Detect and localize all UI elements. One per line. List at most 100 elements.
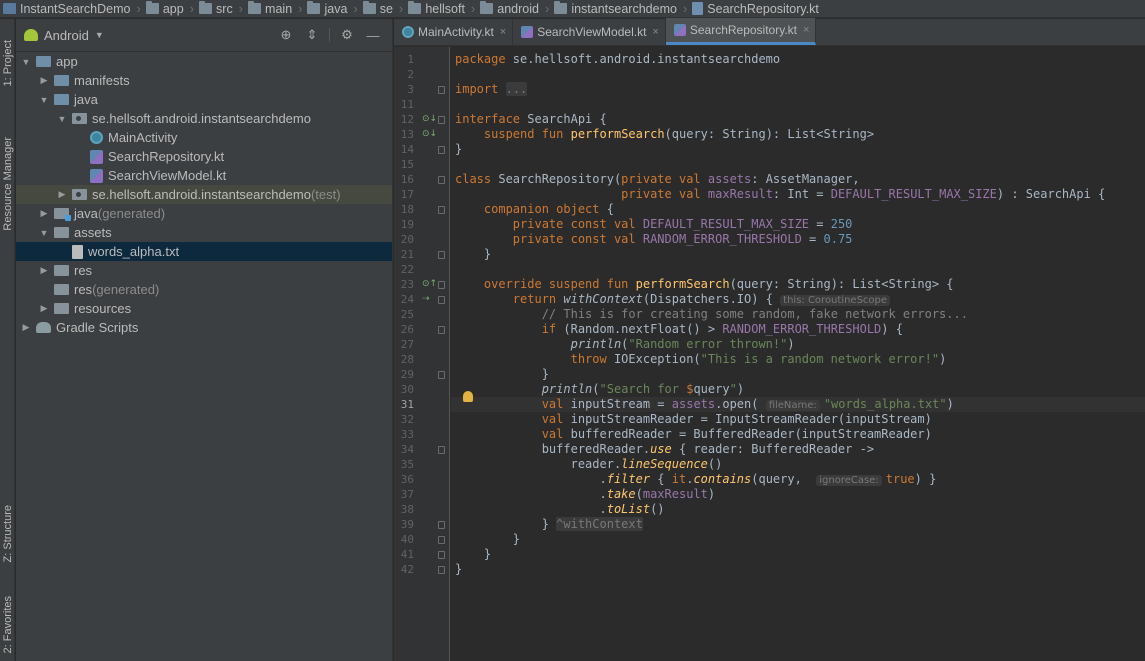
- tree-item[interactable]: ▶ java (generated): [16, 204, 392, 223]
- breadcrumb-item[interactable]: InstantSearchDemo: [0, 2, 134, 16]
- fold-icon[interactable]: [438, 296, 445, 304]
- code-line[interactable]: }: [451, 532, 1145, 547]
- suspend-call-icon[interactable]: ⇢: [422, 292, 430, 307]
- expand-right-icon[interactable]: ▶: [38, 265, 50, 276]
- breadcrumb-item[interactable]: SearchRepository.kt: [689, 2, 823, 16]
- code-line[interactable]: .take(maxResult): [451, 487, 1145, 502]
- project-view-selector[interactable]: Android: [44, 28, 89, 43]
- tab-structure[interactable]: Z: Structure: [0, 489, 15, 579]
- code-line[interactable]: import ...: [451, 82, 1145, 97]
- expand-right-icon[interactable]: ▶: [38, 75, 50, 86]
- code-line[interactable]: class SearchRepository(private val asset…: [451, 172, 1145, 187]
- code-line[interactable]: [451, 97, 1145, 112]
- locate-icon[interactable]: ⊕: [275, 27, 297, 43]
- code-line[interactable]: }: [451, 142, 1145, 157]
- editor-tab[interactable]: SearchViewModel.kt ×: [513, 19, 666, 45]
- code-line[interactable]: suspend fun performSearch(query: String)…: [451, 127, 1145, 142]
- fold-icon[interactable]: [438, 146, 445, 154]
- tree-item[interactable]: ▶ manifests: [16, 71, 392, 90]
- tree-item[interactable]: SearchViewModel.kt: [16, 166, 392, 185]
- override-marker-icon[interactable]: ⊙↓: [422, 112, 437, 127]
- breadcrumb-item[interactable]: app: [143, 1, 188, 16]
- expand-right-icon[interactable]: ▶: [56, 189, 68, 200]
- override-marker-icon[interactable]: ⊙↑: [422, 277, 437, 292]
- lightbulb-icon[interactable]: [463, 391, 473, 402]
- tree-item[interactable]: ▼ assets: [16, 223, 392, 242]
- tree-item[interactable]: ▼ java: [16, 90, 392, 109]
- tree-item[interactable]: SearchRepository.kt: [16, 147, 392, 166]
- breadcrumb-item[interactable]: instantsearchdemo: [551, 1, 681, 16]
- tree-item[interactable]: res (generated): [16, 280, 392, 299]
- code-line[interactable]: .toList(): [451, 502, 1145, 517]
- override-marker-icon[interactable]: ⊙↓: [422, 127, 437, 142]
- breadcrumb-item[interactable]: hellsoft: [405, 1, 469, 16]
- fold-icon[interactable]: [438, 536, 445, 544]
- code-area[interactable]: package se.hellsoft.android.instantsearc…: [451, 47, 1145, 661]
- fold-icon[interactable]: [438, 371, 445, 379]
- close-icon[interactable]: ×: [803, 24, 809, 36]
- code-line[interactable]: return withContext(Dispatchers.IO) { thi…: [451, 292, 1145, 307]
- code-line[interactable]: [451, 157, 1145, 172]
- code-line[interactable]: private const val DEFAULT_RESULT_MAX_SIZ…: [451, 217, 1145, 232]
- tree-item[interactable]: ▶ Gradle Scripts: [16, 318, 392, 337]
- code-line[interactable]: [451, 67, 1145, 82]
- fold-icon[interactable]: [438, 176, 445, 184]
- close-icon[interactable]: ×: [500, 26, 506, 38]
- code-line[interactable]: if (Random.nextFloat() > RANDOM_ERROR_TH…: [451, 322, 1145, 337]
- tree-item[interactable]: ▶ se.hellsoft.android.instantsearchdemo (…: [16, 185, 392, 204]
- code-line[interactable]: }: [451, 562, 1145, 577]
- fold-icon[interactable]: [438, 116, 445, 124]
- fold-icon[interactable]: [438, 566, 445, 574]
- minimize-icon[interactable]: —: [362, 28, 384, 43]
- fold-icon[interactable]: [438, 521, 445, 529]
- code-line[interactable]: }: [451, 247, 1145, 262]
- code-line[interactable]: println("Random error thrown!"): [451, 337, 1145, 352]
- fold-icon[interactable]: [438, 326, 445, 334]
- fold-icon[interactable]: [438, 206, 445, 214]
- breadcrumb-item[interactable]: android: [477, 1, 543, 16]
- code-line[interactable]: [451, 262, 1145, 277]
- collapse-all-icon[interactable]: ⇕: [301, 27, 323, 43]
- breadcrumb-item[interactable]: src: [196, 1, 237, 16]
- code-line[interactable]: }: [451, 367, 1145, 382]
- tab-project[interactable]: 1: Project: [0, 23, 15, 103]
- tree-item[interactable]: ▶ res: [16, 261, 392, 280]
- tree-item[interactable]: words_alpha.txt: [16, 242, 392, 261]
- close-icon[interactable]: ×: [652, 26, 658, 38]
- code-line[interactable]: bufferedReader.use { reader: BufferedRea…: [451, 442, 1145, 457]
- breadcrumb-item[interactable]: java: [304, 1, 351, 16]
- code-line[interactable]: interface SearchApi {: [451, 112, 1145, 127]
- code-line[interactable]: private const val RANDOM_ERROR_THRESHOLD…: [451, 232, 1145, 247]
- editor-tab[interactable]: MainActivity.kt ×: [394, 19, 514, 45]
- tree-item[interactable]: ▼ se.hellsoft.android.instantsearchdemo: [16, 109, 392, 128]
- tree-item[interactable]: ▼ app: [16, 52, 392, 71]
- tab-favorites[interactable]: 2: Favorites: [0, 589, 15, 661]
- code-line[interactable]: }: [451, 547, 1145, 562]
- gear-icon[interactable]: ⚙: [336, 27, 358, 43]
- expand-down-icon[interactable]: ▼: [20, 57, 32, 67]
- fold-icon[interactable]: [438, 281, 445, 289]
- code-line[interactable]: val bufferedReader = BufferedReader(inpu…: [451, 427, 1145, 442]
- code-line[interactable]: val inputStream = assets.open( fileName:…: [451, 397, 1145, 412]
- fold-icon[interactable]: [438, 446, 445, 454]
- expand-down-icon[interactable]: ▼: [38, 95, 50, 105]
- code-line[interactable]: override suspend fun performSearch(query…: [451, 277, 1145, 292]
- code-line[interactable]: package se.hellsoft.android.instantsearc…: [451, 52, 1145, 67]
- breadcrumb-item[interactable]: se: [360, 1, 397, 16]
- code-line[interactable]: } ^withContext: [451, 517, 1145, 532]
- fold-icon[interactable]: [438, 86, 445, 94]
- expand-right-icon[interactable]: ▶: [20, 322, 32, 333]
- breadcrumb-item[interactable]: main: [245, 1, 296, 16]
- code-line[interactable]: .filter { it.contains(query, ignoreCase:…: [451, 472, 1145, 487]
- expand-right-icon[interactable]: ▶: [38, 303, 50, 314]
- tree-item[interactable]: MainActivity: [16, 128, 392, 147]
- code-line[interactable]: throw IOException("This is a random netw…: [451, 352, 1145, 367]
- expand-right-icon[interactable]: ▶: [38, 208, 50, 219]
- code-line[interactable]: // This is for creating some random, fak…: [451, 307, 1145, 322]
- editor-tab[interactable]: SearchRepository.kt ×: [665, 18, 817, 45]
- chevron-down-icon[interactable]: ▼: [95, 30, 104, 40]
- tree-item[interactable]: ▶ resources: [16, 299, 392, 318]
- code-line[interactable]: val inputStreamReader = InputStreamReade…: [451, 412, 1145, 427]
- expand-down-icon[interactable]: ▼: [38, 228, 50, 238]
- code-line[interactable]: private val maxResult: Int = DEFAULT_RES…: [451, 187, 1145, 202]
